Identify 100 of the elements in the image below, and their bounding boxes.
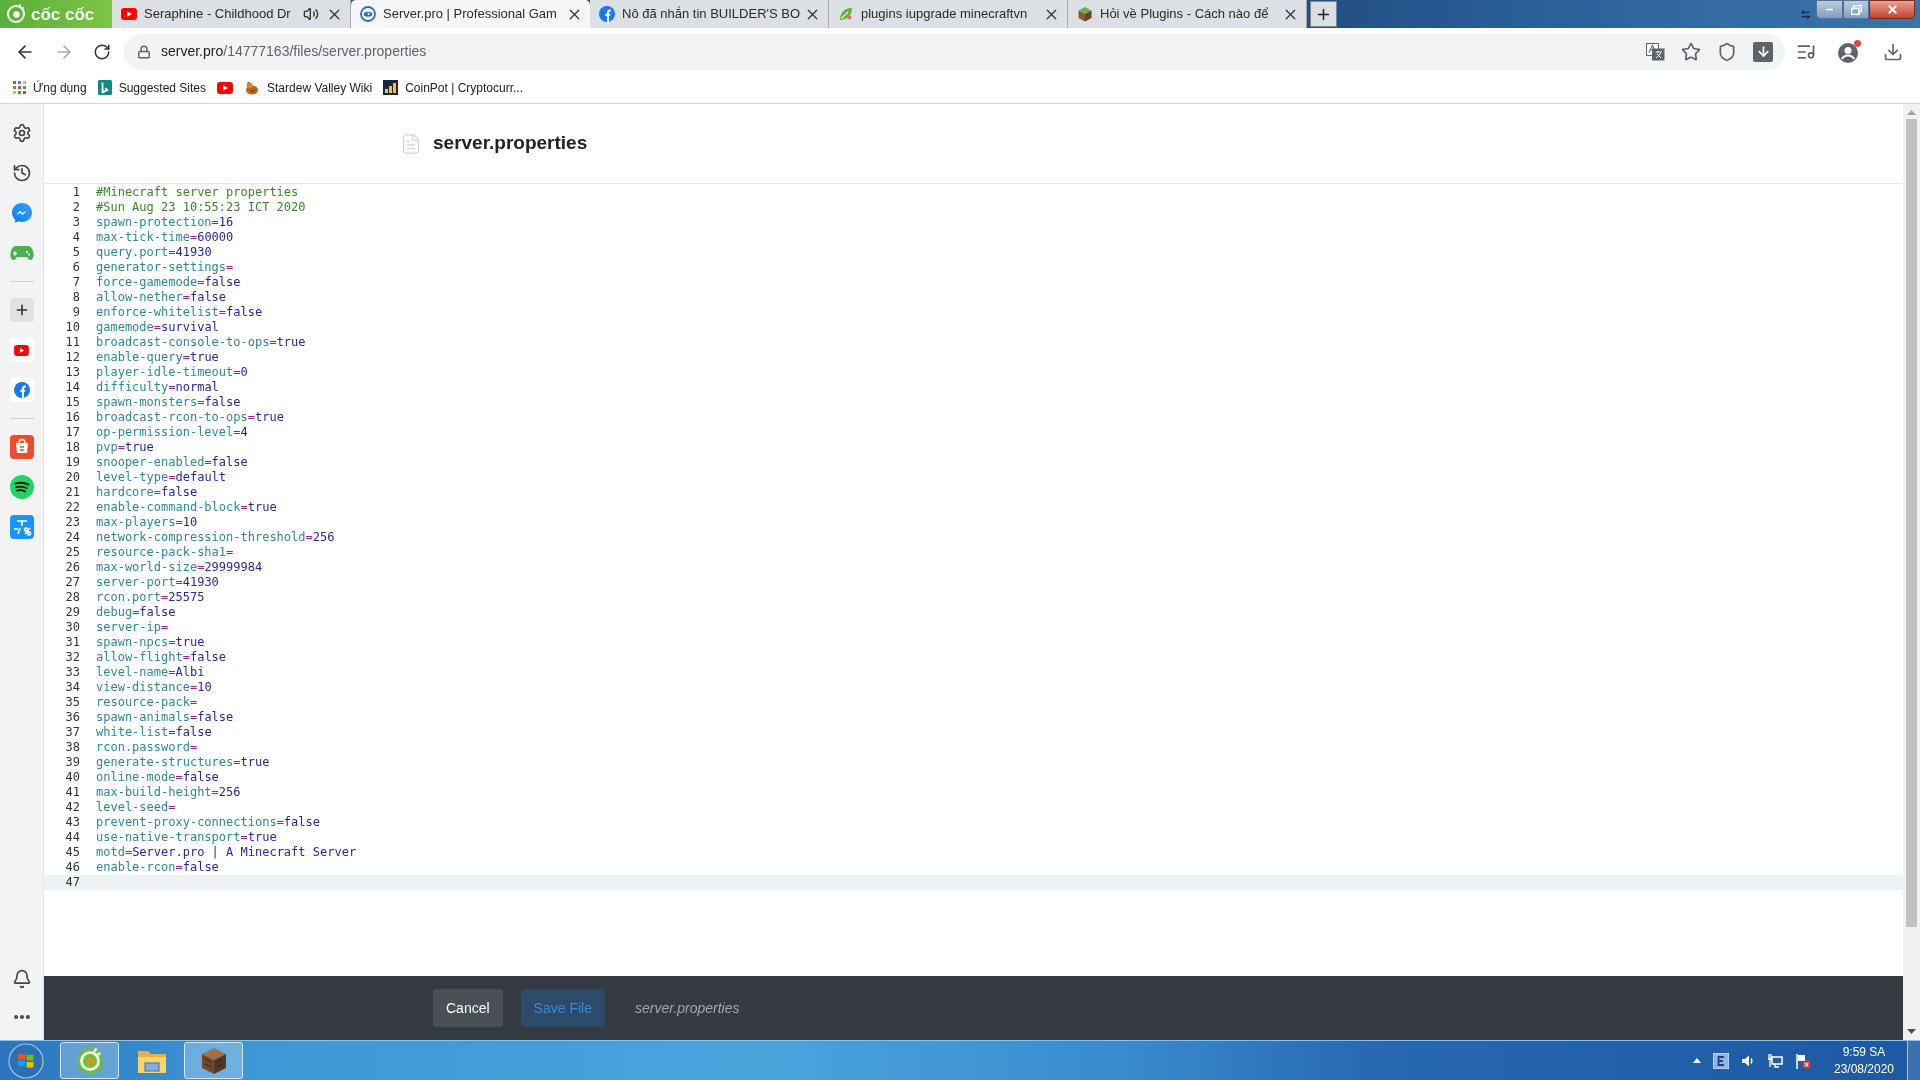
close-window-button[interactable] [1869,0,1915,19]
bookmark-link[interactable]: Ứng dụng [13,78,87,97]
lock-icon [137,44,151,59]
code-line: rcon.password= [96,740,198,755]
scroll-down-icon[interactable] [1907,1029,1916,1034]
history-icon[interactable] [11,163,32,183]
line-number: 27 [64,575,80,590]
show-desktop-button[interactable] [1907,1041,1920,1080]
code-line: broadcast-rcon-to-ops=true [96,410,284,425]
code-line: debug=false [96,605,176,620]
line-number: 26 [64,560,80,575]
shield-icon[interactable] [1717,41,1737,62]
code-line: player-idle-timeout=0 [96,365,248,380]
code-line: max-tick-time=60000 [96,230,234,245]
line-number: 45 [64,845,80,860]
reload-icon[interactable] [92,42,111,61]
address-bar[interactable]: server.pro/14777163/files/server.properties [124,33,1785,70]
settings-icon[interactable] [11,123,32,143]
line-number: 22 [64,500,80,515]
code-line: generator-settings= [96,260,234,275]
b-logo-icon [97,80,112,95]
line-number: 20 [64,470,80,485]
star-icon[interactable] [1681,41,1701,62]
arrows-icon[interactable] [1800,9,1811,20]
chat-bubble-icon[interactable] [10,202,33,224]
browser-tab[interactable]: Seraphine - Childhood Dr [112,0,351,28]
f-logo-icon[interactable] [9,378,34,402]
line-number: 11 [64,335,80,350]
code-line: #Sun Aug 23 10:55:23 ICT 2020 [96,200,306,215]
sound-waves-logo-icon[interactable] [9,475,34,499]
line-number: 4 [71,230,80,245]
bookmark-link[interactable]: Suggested Sites [97,78,207,97]
taskbar-clock[interactable]: 9:59 SA 23/08/2020 [1827,1043,1901,1078]
line-number: 38 [64,740,80,755]
line-number: 35 [64,695,80,710]
taskbar-app-button[interactable] [184,1042,243,1079]
code-line: server-ip= [96,620,169,635]
browser-tab[interactable]: Server.pro | Professional Gam [351,0,590,28]
line-number: 18 [64,440,80,455]
speaker-icon[interactable] [303,6,319,22]
file-name: server.properties [634,998,740,1018]
restore-icon [1850,4,1862,15]
scrollbar-thumb[interactable] [1906,119,1917,927]
close-icon [1885,3,1899,16]
line-number: 12 [64,350,80,365]
profile-icon[interactable] [1837,39,1862,64]
minimize-button[interactable] [1816,0,1843,19]
line-number: 39 [64,755,80,770]
code-line: enforce-whitelist=false [96,305,263,320]
browser-tab[interactable]: Hỏi về Plugins - Cách nào để [1068,0,1307,28]
cancel-button[interactable]: Cancel [433,989,503,1027]
code-line: max-players=10 [96,515,198,530]
flag-warning-icon[interactable] [1795,1052,1811,1069]
download-icon[interactable] [1883,41,1904,62]
code-line: server-port=41930 [96,575,219,590]
new-tab-button[interactable] [1310,1,1337,27]
line-number: 1 [71,185,80,200]
play-logo-icon[interactable] [217,81,234,94]
line-number: 15 [64,395,80,410]
swirl-logo-icon [6,4,26,24]
code-line: query.port=41930 [96,245,212,260]
browser-tab[interactable]: Nô đã nhắn tin BUILDER'S BO [590,0,829,28]
bookmark-link[interactable]: CoinPot | Cryptocurr... [383,78,523,97]
code-line: broadcast-console-to-ops=true [96,335,306,350]
eye-logo-icon [360,6,376,22]
line-number: 16 [64,410,80,425]
keyboard-layout-icon[interactable] [1713,1052,1729,1069]
code-line: allow-flight=false [96,650,227,665]
line-number: 10 [64,320,80,335]
line-number: 43 [64,815,80,830]
translate-icon[interactable] [1646,42,1665,61]
code-line: gamemode=survival [96,320,219,335]
speaker-icon[interactable] [1741,1053,1755,1068]
line-number: 2 [71,200,80,215]
bird-icon [244,79,261,96]
code-line: pvp=true [96,440,154,455]
bell-icon[interactable] [11,969,32,989]
line-number: 44 [64,830,80,845]
add-app-button[interactable] [9,298,34,322]
code-line: white-list=false [96,725,212,740]
play-logo-icon[interactable] [9,338,34,362]
show-hidden-icons-icon[interactable] [1693,1058,1701,1063]
code-line: spawn-protection=16 [96,215,234,230]
line-number: 9 [71,305,80,320]
line-number: 3 [71,215,80,230]
line-number: 40 [64,770,80,785]
download-icon[interactable] [1753,41,1773,62]
code-line: enable-query=true [96,350,219,365]
code-line: spawn-npcs=true [96,635,205,650]
shopping-bag-icon[interactable] [9,435,34,459]
bookmark-link[interactable]: Stardew Valley Wiki [244,78,373,97]
maximize-button[interactable] [1843,0,1869,19]
code-line: hardcore=false [96,485,198,500]
code-line: view-distance=10 [96,680,212,695]
line-number: 19 [64,455,80,470]
network-icon[interactable] [1767,1053,1783,1068]
browser-tab[interactable]: plugins iupgrade minecraftvn [829,0,1068,28]
discount-tile-icon[interactable] [9,515,34,539]
code-line: spawn-monsters=false [96,395,241,410]
bar-chart-logo-icon [383,80,399,95]
